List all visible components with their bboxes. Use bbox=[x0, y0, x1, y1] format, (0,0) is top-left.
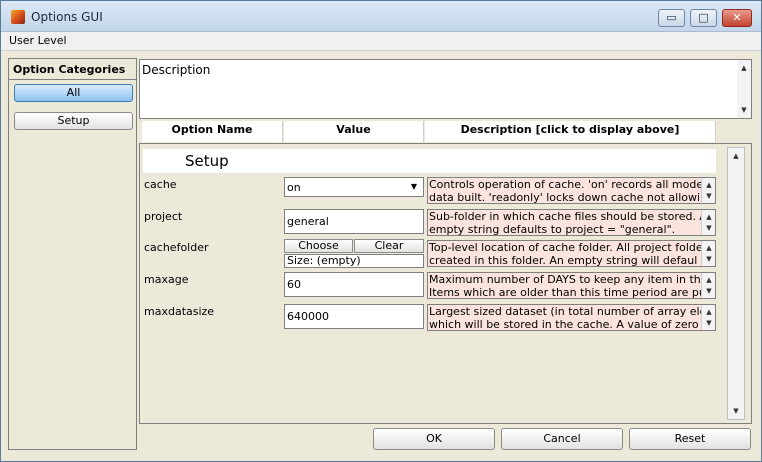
cache-size-readout: Size: (empty) bbox=[284, 254, 424, 268]
category-all-button[interactable]: All bbox=[14, 84, 133, 102]
categories-header: Option Categories bbox=[13, 63, 126, 76]
option-row-maxage: maxage 60 Maximum number of DAYS to keep… bbox=[140, 270, 730, 300]
description-line: Top-level location of cache folder. All … bbox=[429, 241, 716, 254]
cache-select-value: on bbox=[287, 181, 301, 194]
reset-button[interactable]: Reset bbox=[629, 428, 751, 450]
options-table: Setup cache on ▼ Controls operation of c… bbox=[139, 143, 752, 424]
scroll-up-icon[interactable]: ▲ bbox=[728, 149, 744, 163]
option-row-cachefolder: cachefolder Choose Clear Size: (empty) T… bbox=[140, 238, 730, 268]
close-icon: ✕ bbox=[732, 11, 742, 24]
scroll-down-icon[interactable]: ▼ bbox=[702, 252, 715, 266]
option-row-maxdatasize: maxdatasize 640000 Largest sized dataset… bbox=[140, 302, 730, 332]
description-line: Items which are older than this time per… bbox=[429, 286, 716, 299]
menu-bar: User Level bbox=[1, 32, 761, 51]
description-scrollbar[interactable]: ▲ ▼ bbox=[701, 178, 715, 203]
option-row-project: project general Sub-folder in which cach… bbox=[140, 207, 730, 237]
section-header: Setup bbox=[143, 149, 716, 173]
description-line: Sub-folder in which cache files should b… bbox=[429, 210, 714, 223]
table-header: Option Name Value Description [click to … bbox=[142, 121, 716, 142]
title-bar: Options GUI ▭ □ ✕ bbox=[1, 1, 761, 32]
option-name: maxage bbox=[144, 273, 189, 286]
cache-select[interactable]: on ▼ bbox=[284, 177, 424, 197]
description-line: Largest sized dataset (in total number o… bbox=[429, 305, 716, 318]
option-description[interactable]: Top-level location of cache folder. All … bbox=[427, 240, 716, 267]
description-line: data built. 'readonly' locks down cache … bbox=[429, 191, 716, 204]
scroll-down-icon[interactable]: ▼ bbox=[737, 103, 751, 117]
option-description[interactable]: Largest sized dataset (in total number o… bbox=[427, 304, 716, 331]
divider bbox=[9, 79, 136, 80]
cancel-button[interactable]: Cancel bbox=[501, 428, 623, 450]
maxage-input[interactable]: 60 bbox=[284, 272, 424, 297]
choose-folder-button[interactable]: Choose bbox=[284, 239, 353, 253]
window-title: Options GUI bbox=[31, 10, 103, 24]
option-description[interactable]: Maximum number of DAYS to keep any item … bbox=[427, 272, 716, 299]
table-scrollbar[interactable]: ▲ ▼ bbox=[727, 147, 745, 420]
project-input[interactable]: general bbox=[284, 209, 424, 234]
description-scrollbar[interactable]: ▲ ▼ bbox=[737, 60, 751, 118]
description-scrollbar[interactable]: ▲ ▼ bbox=[701, 305, 715, 330]
description-line: created in this folder. An empty string … bbox=[429, 254, 712, 267]
matlab-logo-icon bbox=[11, 10, 25, 24]
option-categories-panel: Option Categories All Setup bbox=[8, 58, 137, 450]
minimize-button[interactable]: ▭ bbox=[658, 9, 685, 27]
clear-folder-button[interactable]: Clear bbox=[354, 239, 424, 253]
description-line: which will be stored in the cache. A val… bbox=[429, 318, 713, 331]
minimize-icon: ▭ bbox=[666, 11, 677, 24]
chevron-down-icon[interactable]: ▼ bbox=[406, 179, 422, 195]
category-setup-button[interactable]: Setup bbox=[14, 112, 133, 130]
column-description[interactable]: Description [click to display above] bbox=[425, 121, 716, 142]
description-label: Description bbox=[142, 63, 211, 77]
options-window: Options GUI ▭ □ ✕ User Level Option Cate… bbox=[0, 0, 762, 462]
option-name: project bbox=[144, 210, 183, 223]
description-line: Maximum number of DAYS to keep any item … bbox=[429, 273, 716, 286]
option-description[interactable]: Controls operation of cache. 'on' record… bbox=[427, 177, 716, 204]
description-scrollbar[interactable]: ▲ ▼ bbox=[701, 210, 715, 235]
maxdatasize-input[interactable]: 640000 bbox=[284, 304, 424, 329]
close-button[interactable]: ✕ bbox=[722, 9, 752, 27]
option-name: maxdatasize bbox=[144, 305, 215, 318]
option-description[interactable]: Sub-folder in which cache files should b… bbox=[427, 209, 716, 236]
maximize-button[interactable]: □ bbox=[690, 9, 717, 27]
column-option-name[interactable]: Option Name bbox=[142, 121, 283, 142]
maximize-icon: □ bbox=[698, 11, 709, 24]
column-value[interactable]: Value bbox=[284, 121, 424, 142]
option-name: cachefolder bbox=[144, 241, 209, 254]
option-name: cache bbox=[144, 178, 177, 191]
scroll-down-icon[interactable]: ▼ bbox=[702, 189, 715, 203]
description-scrollbar[interactable]: ▲ ▼ bbox=[701, 241, 715, 266]
scroll-up-icon[interactable]: ▲ bbox=[737, 61, 751, 75]
scroll-down-icon[interactable]: ▼ bbox=[702, 284, 715, 298]
description-scrollbar[interactable]: ▲ ▼ bbox=[701, 273, 715, 298]
description-line: Controls operation of cache. 'on' record… bbox=[429, 178, 716, 191]
description-line: empty string defaults to project = "gene… bbox=[429, 223, 676, 236]
description-box[interactable]: Description ▲ ▼ bbox=[139, 59, 752, 119]
section-title: Setup bbox=[185, 152, 229, 170]
option-row-cache: cache on ▼ Controls operation of cache. … bbox=[140, 175, 730, 205]
scroll-down-icon[interactable]: ▼ bbox=[702, 316, 715, 330]
scroll-down-icon[interactable]: ▼ bbox=[702, 221, 715, 235]
ok-button[interactable]: OK bbox=[373, 428, 495, 450]
scroll-down-icon[interactable]: ▼ bbox=[728, 404, 744, 418]
menu-user-level[interactable]: User Level bbox=[9, 34, 67, 47]
